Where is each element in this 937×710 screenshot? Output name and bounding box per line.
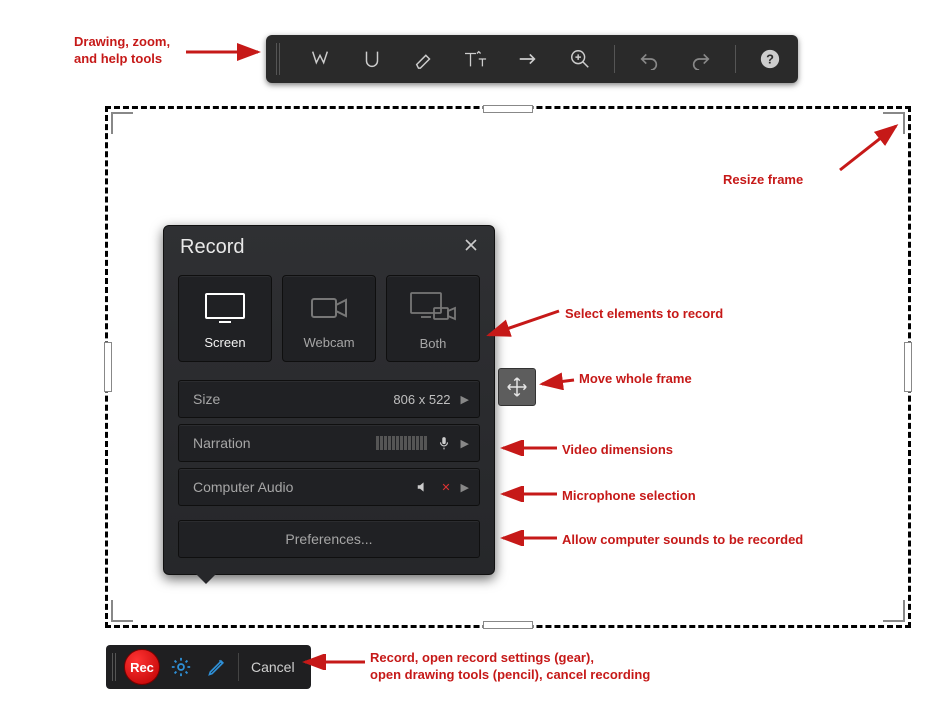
svg-text:?: ?: [766, 52, 774, 67]
resize-corner-tr[interactable]: [883, 112, 905, 134]
record-control-bar: Rec Cancel: [106, 645, 311, 689]
size-value: 806 x 522: [393, 392, 450, 407]
toolbar-grip[interactable]: [276, 43, 282, 75]
pencil-icon[interactable]: [202, 652, 232, 682]
source-webcam-button[interactable]: Webcam: [282, 275, 376, 362]
text-tool-icon[interactable]: [458, 41, 494, 77]
chevron-right-icon: ▶: [461, 481, 469, 494]
annotation-resize: Resize frame: [723, 172, 803, 189]
panel-title: Record: [180, 236, 244, 259]
annotation-mic: Microphone selection: [562, 488, 696, 505]
microphone-icon: [437, 436, 451, 450]
source-webcam-label: Webcam: [303, 335, 354, 350]
annotation-bottom: Record, open record settings (gear), ope…: [370, 650, 650, 684]
record-button[interactable]: Rec: [124, 649, 160, 685]
arrow-tool-icon[interactable]: [510, 41, 546, 77]
bottom-bar-grip[interactable]: [112, 653, 118, 681]
annotation-computer-audio: Allow computer sounds to be recorded: [562, 532, 803, 549]
audio-level-meter: [376, 436, 427, 450]
redo-icon[interactable]: [683, 41, 719, 77]
annotation-tools: Drawing, zoom, and help tools: [74, 34, 170, 68]
annotation-select: Select elements to record: [565, 306, 723, 323]
panel-pointer: [196, 574, 216, 584]
move-frame-handle[interactable]: [498, 368, 536, 406]
eraser-icon[interactable]: [406, 41, 442, 77]
resize-edge-right[interactable]: [904, 342, 912, 392]
toolbar-divider: [735, 45, 736, 73]
resize-edge-bottom[interactable]: [483, 621, 533, 629]
narration-row[interactable]: Narration ▶: [178, 424, 480, 462]
muted-x-icon: ✕: [441, 481, 450, 494]
resize-corner-bl[interactable]: [111, 600, 133, 622]
cancel-button[interactable]: Cancel: [238, 653, 307, 681]
size-label: Size: [193, 391, 220, 407]
computer-audio-row[interactable]: Computer Audio ✕ ▶: [178, 468, 480, 506]
help-icon[interactable]: ?: [752, 41, 788, 77]
resize-edge-top[interactable]: [483, 105, 533, 113]
speaker-icon: [415, 480, 431, 494]
resize-corner-br[interactable]: [883, 600, 905, 622]
computer-audio-label: Computer Audio: [193, 479, 293, 495]
close-icon[interactable]: [464, 238, 478, 257]
source-both-button[interactable]: Both: [386, 275, 480, 362]
annotation-move: Move whole frame: [579, 371, 692, 388]
size-row[interactable]: Size 806 x 522 ▶: [178, 380, 480, 418]
freehand-pen-icon[interactable]: [302, 41, 338, 77]
source-both-label: Both: [420, 336, 447, 351]
resize-edge-left[interactable]: [104, 342, 112, 392]
preferences-button[interactable]: Preferences...: [178, 520, 480, 558]
zoom-in-icon[interactable]: [562, 41, 598, 77]
drawing-toolbar: ?: [266, 35, 798, 83]
cancel-button-label: Cancel: [251, 659, 295, 675]
preferences-label: Preferences...: [285, 531, 372, 547]
record-panel: Record Screen Webcam Both Size 806 x 522…: [163, 225, 495, 575]
record-source-row: Screen Webcam Both: [164, 269, 494, 374]
highlighter-icon[interactable]: [354, 41, 390, 77]
chevron-right-icon: ▶: [461, 393, 469, 406]
chevron-right-icon: ▶: [461, 437, 469, 450]
source-screen-label: Screen: [204, 335, 245, 350]
undo-icon[interactable]: [631, 41, 667, 77]
source-screen-button[interactable]: Screen: [178, 275, 272, 362]
annotation-dims: Video dimensions: [562, 442, 673, 459]
resize-corner-tl[interactable]: [111, 112, 133, 134]
toolbar-divider: [614, 45, 615, 73]
gear-icon[interactable]: [166, 652, 196, 682]
narration-label: Narration: [193, 435, 251, 451]
record-button-label: Rec: [130, 660, 154, 675]
